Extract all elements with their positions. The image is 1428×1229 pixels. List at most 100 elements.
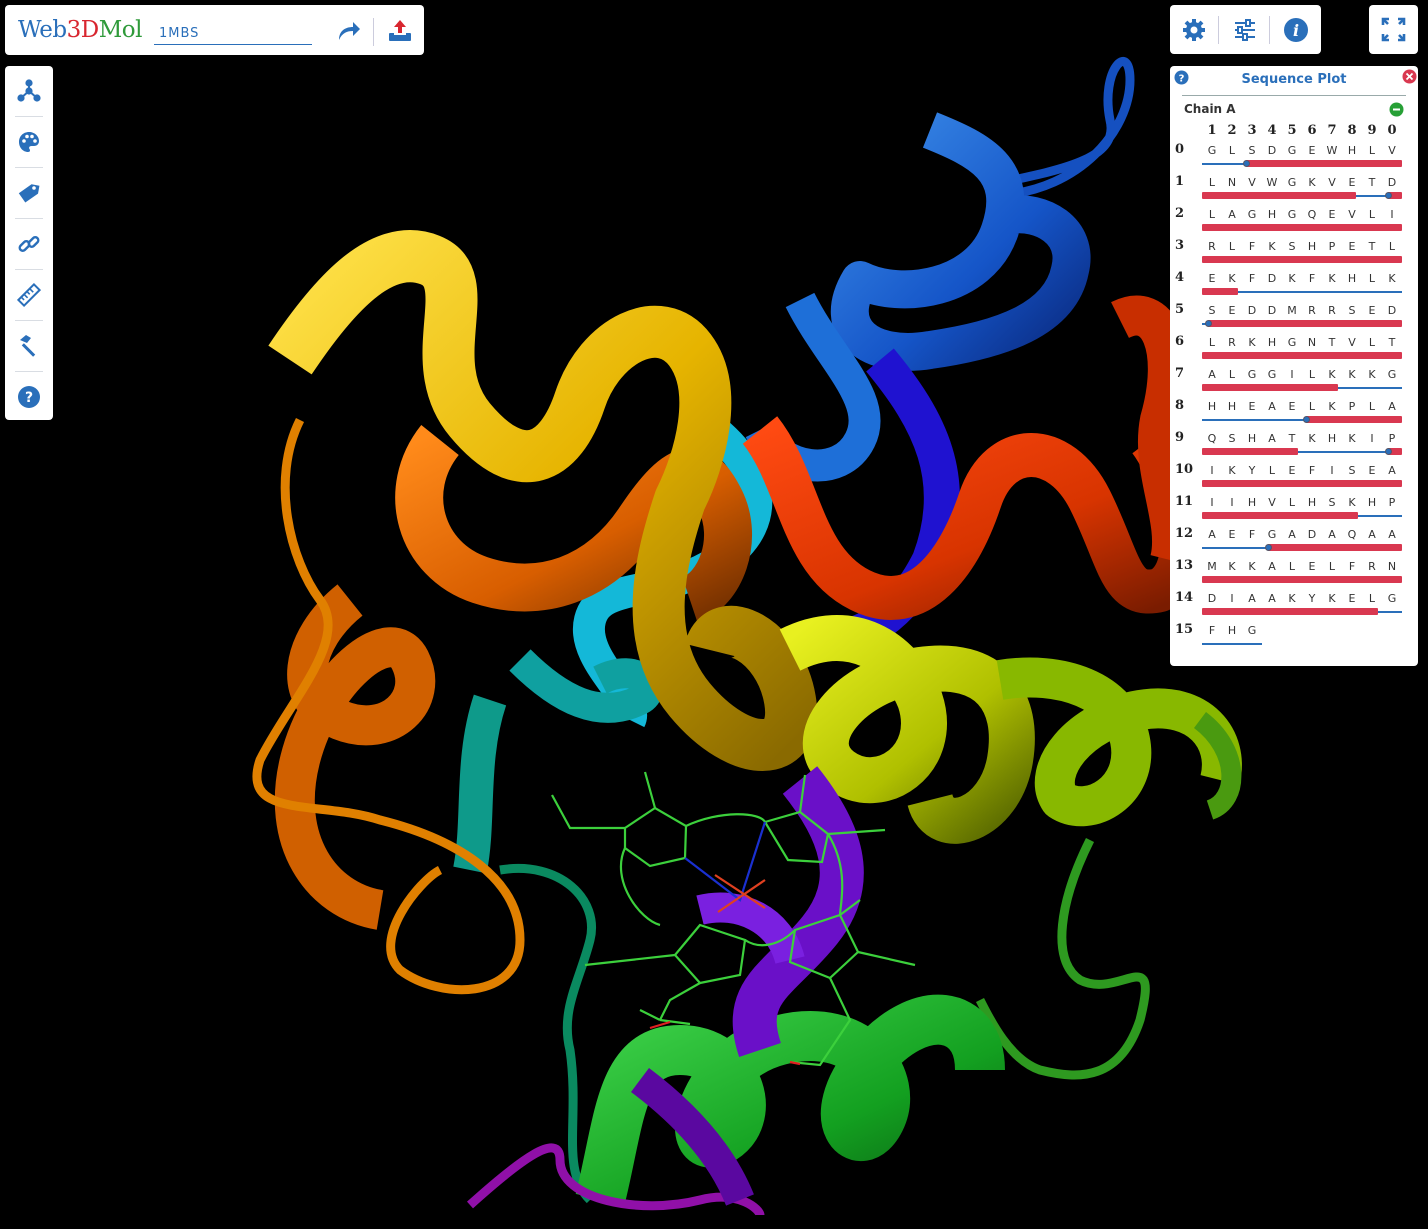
residue[interactable]: E xyxy=(1302,560,1322,573)
residue[interactable]: M xyxy=(1282,304,1302,317)
residue[interactable]: A xyxy=(1322,528,1342,541)
residue[interactable]: A xyxy=(1382,400,1402,413)
residue[interactable]: F xyxy=(1202,624,1222,637)
residue[interactable]: P xyxy=(1382,432,1402,445)
residue[interactable]: S xyxy=(1242,144,1262,157)
residue[interactable]: H xyxy=(1262,336,1282,349)
residue[interactable]: H xyxy=(1242,432,1262,445)
residue[interactable]: L xyxy=(1362,336,1382,349)
residue[interactable]: N xyxy=(1382,560,1402,573)
residue[interactable]: L xyxy=(1302,400,1322,413)
residue[interactable]: Q xyxy=(1302,208,1322,221)
residue[interactable]: K xyxy=(1362,368,1382,381)
residue[interactable]: E xyxy=(1362,464,1382,477)
residue[interactable]: G xyxy=(1242,368,1262,381)
residue[interactable]: F xyxy=(1302,272,1322,285)
residue[interactable]: H xyxy=(1262,208,1282,221)
residue[interactable]: H xyxy=(1302,240,1322,253)
residue[interactable]: K xyxy=(1322,592,1342,605)
residue[interactable]: I xyxy=(1362,432,1382,445)
residue[interactable]: R xyxy=(1302,304,1322,317)
close-icon[interactable] xyxy=(1402,69,1417,88)
residue[interactable]: L xyxy=(1222,144,1242,157)
residue[interactable]: R xyxy=(1202,240,1222,253)
residue[interactable]: F xyxy=(1302,464,1322,477)
residue[interactable]: G xyxy=(1282,336,1302,349)
residue[interactable]: L xyxy=(1202,208,1222,221)
residue[interactable]: G xyxy=(1242,208,1262,221)
residue[interactable]: T xyxy=(1362,176,1382,189)
residue[interactable]: A xyxy=(1282,528,1302,541)
residue[interactable]: K xyxy=(1242,560,1262,573)
ruler-icon[interactable] xyxy=(5,270,53,320)
residue[interactable]: V xyxy=(1262,496,1282,509)
residue[interactable]: K xyxy=(1342,432,1362,445)
residue[interactable]: I xyxy=(1202,496,1222,509)
residue[interactable]: A xyxy=(1262,560,1282,573)
residue[interactable]: R xyxy=(1222,336,1242,349)
residue[interactable]: T xyxy=(1382,336,1402,349)
residue[interactable]: E xyxy=(1282,400,1302,413)
hammer-icon[interactable] xyxy=(5,321,53,371)
residue[interactable]: V xyxy=(1342,208,1362,221)
residue[interactable]: L xyxy=(1222,368,1242,381)
residue[interactable]: I xyxy=(1202,464,1222,477)
residue[interactable]: D xyxy=(1202,592,1222,605)
residue[interactable]: P xyxy=(1322,240,1342,253)
residue[interactable]: E xyxy=(1322,208,1342,221)
residue[interactable]: I xyxy=(1322,464,1342,477)
residue[interactable]: E xyxy=(1242,400,1262,413)
residue[interactable]: H xyxy=(1342,144,1362,157)
residue[interactable]: F xyxy=(1242,528,1262,541)
residue[interactable]: V xyxy=(1242,176,1262,189)
residue[interactable]: G xyxy=(1262,368,1282,381)
share-forward-icon[interactable] xyxy=(334,17,362,45)
expand-icon[interactable] xyxy=(1369,5,1418,54)
residue[interactable]: Q xyxy=(1202,432,1222,445)
residue[interactable]: K xyxy=(1222,464,1242,477)
residue[interactable]: K xyxy=(1222,272,1242,285)
residue[interactable]: L xyxy=(1222,240,1242,253)
residue[interactable]: K xyxy=(1282,592,1302,605)
residue[interactable]: F xyxy=(1342,560,1362,573)
residue[interactable]: K xyxy=(1342,368,1362,381)
residue[interactable]: E xyxy=(1362,304,1382,317)
residue[interactable]: S xyxy=(1222,432,1242,445)
residue[interactable]: E xyxy=(1342,176,1362,189)
pdb-id-input[interactable] xyxy=(154,19,312,45)
residue[interactable]: H xyxy=(1202,400,1222,413)
info-icon[interactable]: i xyxy=(1282,16,1310,44)
residue[interactable]: A xyxy=(1222,208,1242,221)
collapse-icon[interactable] xyxy=(1389,102,1404,121)
residue[interactable]: L xyxy=(1362,272,1382,285)
residue[interactable]: L xyxy=(1362,208,1382,221)
residue[interactable]: A xyxy=(1262,592,1282,605)
residue[interactable]: A xyxy=(1382,528,1402,541)
residue[interactable]: L xyxy=(1282,496,1302,509)
residue[interactable]: L xyxy=(1202,176,1222,189)
residue[interactable]: E xyxy=(1282,464,1302,477)
residue[interactable]: D xyxy=(1302,528,1322,541)
residue[interactable]: K xyxy=(1322,272,1342,285)
residue[interactable]: I xyxy=(1222,592,1242,605)
residue[interactable]: I xyxy=(1222,496,1242,509)
link-icon[interactable] xyxy=(5,219,53,269)
residue[interactable]: D xyxy=(1262,304,1282,317)
residue[interactable]: S xyxy=(1342,464,1362,477)
residue[interactable]: V xyxy=(1322,176,1342,189)
molecule-icon[interactable] xyxy=(5,66,53,116)
residue[interactable]: P xyxy=(1342,400,1362,413)
residue[interactable]: I xyxy=(1382,208,1402,221)
residue[interactable]: K xyxy=(1322,400,1342,413)
residue[interactable]: L xyxy=(1262,464,1282,477)
residue[interactable]: P xyxy=(1382,496,1402,509)
label-tag-icon[interactable] xyxy=(5,168,53,218)
residue[interactable]: H xyxy=(1342,272,1362,285)
residue[interactable]: L xyxy=(1202,336,1222,349)
residue[interactable]: K xyxy=(1302,432,1322,445)
residue[interactable]: K xyxy=(1282,272,1302,285)
residue[interactable]: L xyxy=(1362,144,1382,157)
residue[interactable]: L xyxy=(1382,240,1402,253)
residue[interactable]: A xyxy=(1362,528,1382,541)
residue[interactable]: K xyxy=(1382,272,1402,285)
